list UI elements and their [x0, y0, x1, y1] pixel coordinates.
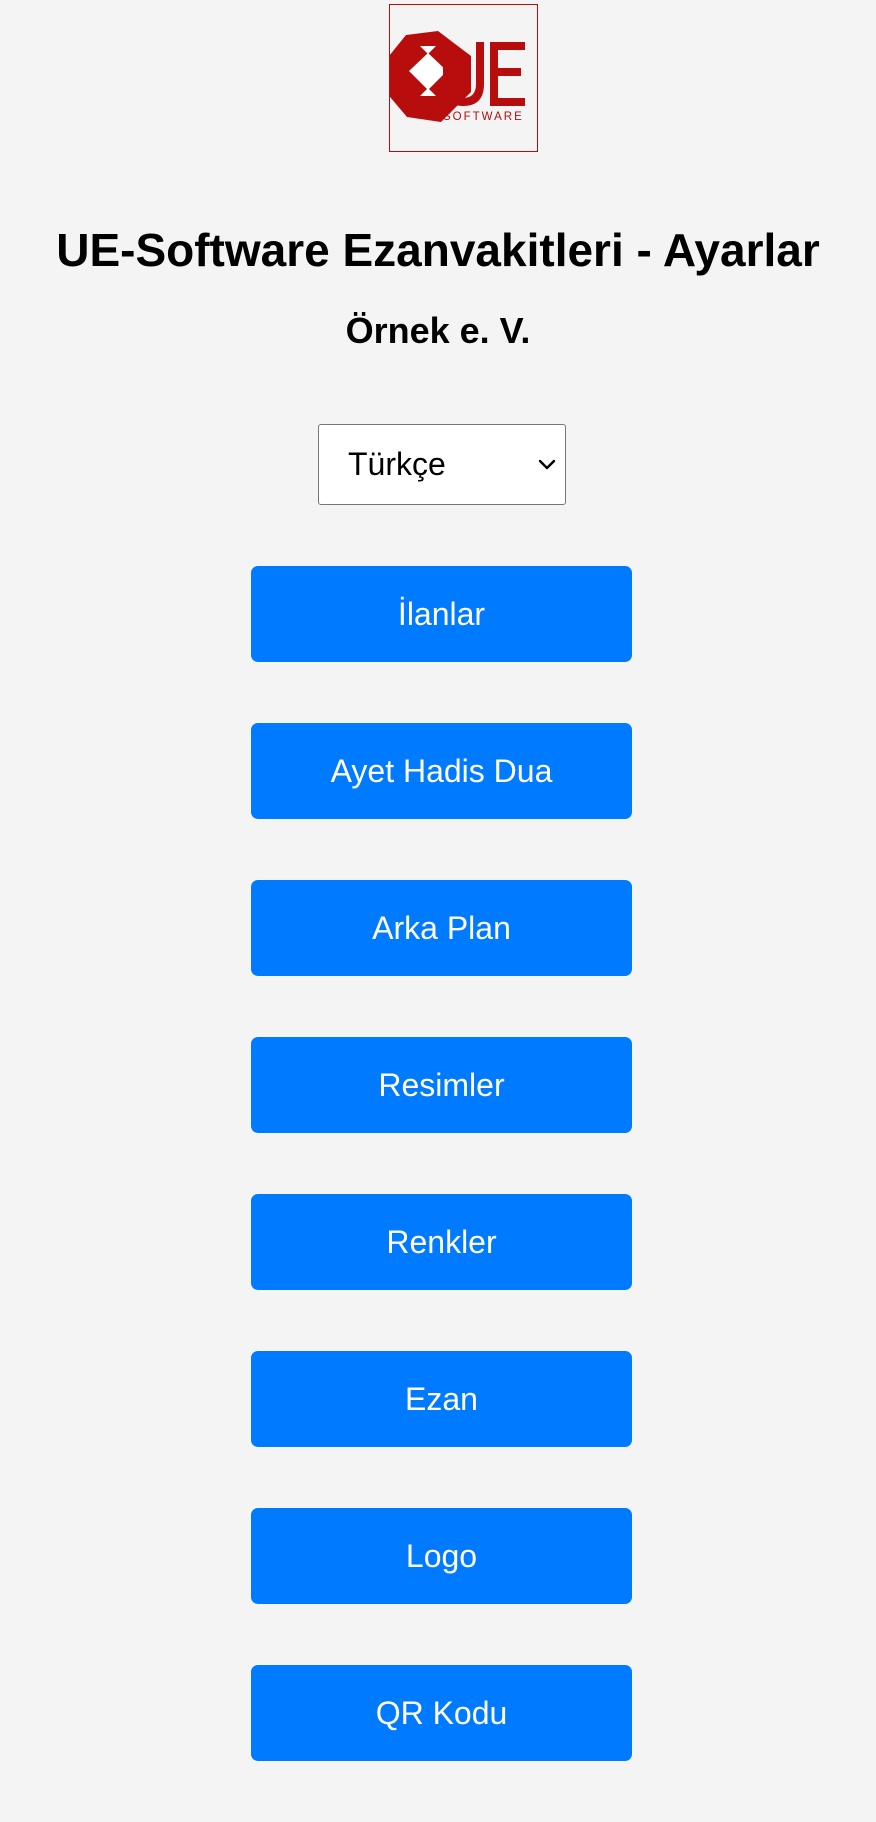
arka-plan-button[interactable]: Arka Plan	[251, 880, 632, 976]
page-title: UE-Software Ezanvakitleri - Ayarlar	[56, 224, 820, 276]
ayet-hadis-dua-button[interactable]: Ayet Hadis Dua	[251, 723, 632, 819]
resimler-button[interactable]: Resimler	[251, 1037, 632, 1133]
renkler-button[interactable]: Renkler	[251, 1194, 632, 1290]
settings-menu: İlanlar Ayet Hadis Dua Arka Plan Resimle…	[251, 566, 632, 1822]
language-select-value: Türkçe	[348, 446, 446, 482]
logo-button[interactable]: Logo	[251, 1508, 632, 1604]
ue-software-logo: SOFTWARE	[389, 4, 538, 152]
chevron-down-icon	[538, 459, 556, 470]
language-select[interactable]: Türkçe	[318, 424, 566, 505]
qr-kodu-button[interactable]: QR Kodu	[251, 1665, 632, 1761]
ezan-button[interactable]: Ezan	[251, 1351, 632, 1447]
ilanlar-button[interactable]: İlanlar	[251, 566, 632, 662]
svg-text:SOFTWARE: SOFTWARE	[443, 111, 524, 123]
organization-name: Örnek e. V.	[345, 310, 531, 351]
